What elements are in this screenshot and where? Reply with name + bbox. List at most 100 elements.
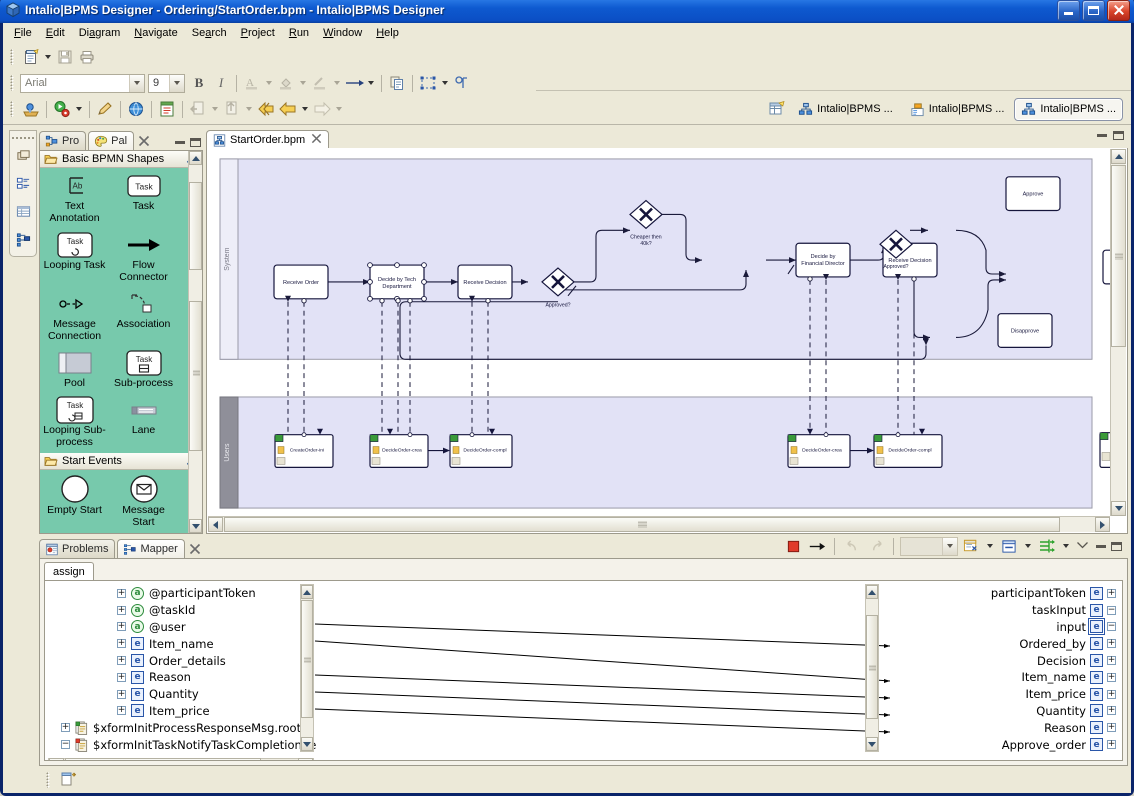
source-scroll-up-button[interactable]	[301, 585, 313, 599]
task-notify-user[interactable]: Notify User	[1102, 249, 1110, 285]
form-decideorder-crea-2[interactable]: DecideOrder-crea	[787, 428, 851, 468]
expander-icon[interactable]: +	[1107, 740, 1116, 750]
palette-item-looping-task[interactable]: Task Looping Task	[40, 227, 109, 286]
palette-scroll-down-button[interactable]	[189, 519, 202, 533]
source-hscroll-left-button[interactable]	[49, 758, 64, 760]
font-family-dropdown-icon[interactable]	[129, 74, 144, 92]
tab-palette[interactable]: Pal	[88, 131, 135, 150]
editor-tab-startorder[interactable]: StartOrder.bpm	[206, 130, 330, 149]
mapper-source-tree[interactable]: + a @participantToken + a @taskId + a @u…	[51, 585, 317, 753]
maximize-button[interactable]	[1082, 0, 1105, 21]
expander-icon[interactable]: +	[117, 605, 126, 615]
mapper-view-icon[interactable]	[10, 225, 36, 253]
tree-row-reason-target[interactable]: Reason e +	[896, 719, 1116, 736]
export-icon[interactable]	[221, 98, 243, 120]
target-scroll-thumb[interactable]	[866, 615, 878, 719]
next-dropdown-icon[interactable]	[336, 107, 342, 111]
next-icon[interactable]	[311, 98, 333, 120]
tree-row-xforminitprocessresponsemsg[interactable]: + $xformInitProcessResponseMsg.root	[51, 719, 317, 736]
snap-icon[interactable]	[451, 72, 473, 94]
task-decide-by-financial-director[interactable]: Decide by Financial Director	[795, 242, 851, 278]
editor-scroll-down-button[interactable]	[1111, 501, 1126, 516]
expander-icon[interactable]: −	[61, 740, 70, 750]
clear-dropdown-icon[interactable]	[987, 544, 993, 548]
line-color-dropdown-icon[interactable]	[334, 81, 340, 85]
tree-row-item-price[interactable]: + e Item_price	[51, 703, 317, 720]
open-perspective-icon[interactable]	[766, 98, 788, 120]
task-disapprove[interactable]: Disapprove	[997, 313, 1053, 348]
tree-row-taskinput[interactable]: taskInput e −	[896, 602, 1116, 619]
task-decide-by-tech-department[interactable]: Decide by Tech Department	[367, 262, 427, 302]
tab-problems[interactable]: Problems	[39, 539, 116, 558]
font-family-combo[interactable]: Arial	[20, 73, 145, 93]
form-decideorder-crea-1[interactable]: DecideOrder-crea	[369, 428, 429, 468]
print-icon[interactable]	[76, 46, 98, 68]
palette-group-start-events[interactable]: Start Events	[40, 453, 202, 470]
deploy-icon[interactable]	[20, 98, 42, 120]
clear-mappings-icon[interactable]	[960, 535, 982, 557]
expander-icon[interactable]: +	[1107, 639, 1116, 649]
expander-icon[interactable]: +	[1107, 588, 1116, 598]
import-icon[interactable]	[187, 98, 209, 120]
form-decideorder-compl-2[interactable]: DecideOrder-compl	[873, 428, 943, 468]
properties-view-icon[interactable]	[10, 197, 36, 225]
mapper-maximize-button[interactable]	[1111, 541, 1122, 551]
tree-row-participanttoken-target[interactable]: participantToken e +	[896, 585, 1116, 602]
auto-map-icon[interactable]	[1036, 535, 1058, 557]
expander-icon[interactable]: +	[1107, 689, 1116, 699]
menu-item-help[interactable]: Help	[369, 25, 406, 41]
globe-icon[interactable]	[125, 98, 147, 120]
palette-item-sub-process[interactable]: Task Sub-process	[109, 345, 178, 392]
mapper-close-icon[interactable]	[189, 543, 201, 558]
run-arrow-icon[interactable]	[806, 535, 828, 557]
task-receive-decision-1[interactable]: Receive Decision	[457, 264, 513, 300]
outline-view-icon[interactable]	[10, 169, 36, 197]
new-dropdown-icon[interactable]	[45, 55, 51, 59]
auto-map-dropdown-icon[interactable]	[1063, 544, 1069, 548]
expander-icon[interactable]: +	[117, 656, 126, 666]
expander-icon[interactable]: +	[117, 672, 126, 682]
task-receive-order[interactable]: Receive Order	[273, 264, 329, 300]
close-button[interactable]	[1107, 0, 1130, 21]
toolbar-grip-run[interactable]	[10, 101, 17, 117]
fill-color-dropdown-icon[interactable]	[300, 81, 306, 85]
fill-color-icon[interactable]	[275, 72, 297, 94]
palette-item-lane[interactable]: Lane	[109, 392, 178, 451]
tab-mapper[interactable]: Mapper	[117, 539, 185, 558]
line-color-icon[interactable]	[309, 72, 331, 94]
select-dropdown-icon[interactable]	[442, 81, 448, 85]
menu-item-edit[interactable]: Edit	[39, 25, 72, 41]
tree-row-item-name[interactable]: + e Item_name	[51, 635, 317, 652]
expander-icon[interactable]: +	[1107, 706, 1116, 716]
editor-vertical-scrollbar[interactable]	[1110, 149, 1126, 516]
select-icon[interactable]	[417, 72, 439, 94]
expander-icon[interactable]: +	[117, 622, 126, 632]
italic-button[interactable]: I	[219, 75, 223, 91]
menu-item-file[interactable]: File	[7, 25, 39, 41]
mapping-links[interactable]	[315, 581, 890, 761]
expander-icon[interactable]: +	[117, 689, 126, 699]
new-icon[interactable]	[20, 46, 42, 68]
font-color-dropdown-icon[interactable]	[266, 81, 272, 85]
tree-row-user[interactable]: + a @user	[51, 619, 317, 636]
export-dropdown-icon[interactable]	[246, 107, 252, 111]
palette-item-looping-sub-process[interactable]: Task Looping Sub-process	[40, 392, 109, 451]
expander-icon[interactable]: +	[1107, 672, 1116, 682]
expander-icon[interactable]: +	[1107, 656, 1116, 666]
tree-row-taskid[interactable]: + a @taskId	[51, 602, 317, 619]
source-hscroll-thumb[interactable]	[65, 758, 261, 760]
editor-maximize-button[interactable]	[1113, 131, 1124, 140]
collapse-icon[interactable]	[998, 535, 1020, 557]
menu-item-navigate[interactable]: Navigate	[127, 25, 184, 41]
restore-fastview-icon[interactable]	[10, 141, 36, 169]
editor-scroll-left-button[interactable]	[208, 517, 223, 532]
expander-icon[interactable]: −	[1107, 605, 1116, 615]
palette-item-message-start[interactable]: Message Start	[109, 470, 178, 531]
palette-item-association[interactable]: Association	[109, 286, 178, 345]
menu-item-run[interactable]: Run	[282, 25, 316, 41]
form-createorder-ini[interactable]: CreateOrder-ini	[274, 428, 334, 468]
expander-icon[interactable]: +	[117, 639, 126, 649]
menu-item-search[interactable]: Search	[185, 25, 234, 41]
editor-scroll-thumb[interactable]	[1111, 165, 1126, 347]
target-scroll-up-button[interactable]	[866, 585, 878, 599]
